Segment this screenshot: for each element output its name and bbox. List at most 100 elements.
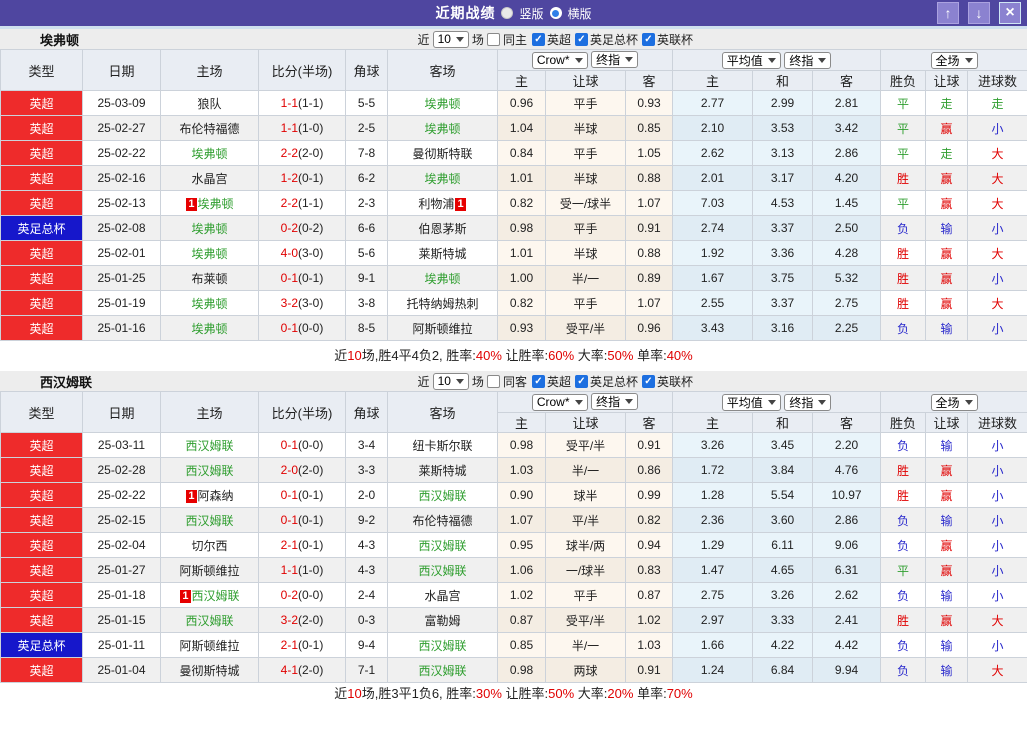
period-select[interactable]: 全场 [930, 393, 978, 411]
team-name-text: 西汉姆联 [418, 488, 467, 503]
handicap-time-select[interactable]: 终指 [591, 393, 639, 411]
full-score: 2-0 [280, 463, 298, 477]
half-score: (0-0) [298, 588, 324, 602]
corner-cell: 4-3 [345, 532, 388, 558]
league-badge: 英超 [0, 240, 83, 266]
result-handicap: 赢 [925, 482, 969, 508]
page-title: 近期战绩 [435, 5, 496, 21]
team-name-text: 西汉姆联 [185, 513, 234, 528]
avg-home-odds: 1.29 [672, 532, 754, 558]
avg-away-odds: 2.20 [812, 432, 882, 458]
avg-draw-odds: 3.45 [752, 432, 814, 458]
corner-cell: 9-2 [345, 507, 388, 533]
handicap-away-odds: 0.91 [624, 432, 674, 458]
average-select[interactable]: 平均值 [721, 51, 781, 69]
league-checkbox[interactable]: ✓ [641, 374, 655, 388]
vertical-layout-radio[interactable] [501, 7, 514, 19]
result-handicap: 赢 [925, 165, 969, 191]
corner-cell: 2-3 [345, 190, 388, 216]
result-goals: 小 [967, 315, 1027, 341]
score-cell: 2-2(1-1) [258, 190, 346, 216]
handicap-home-odds: 0.82 [497, 290, 546, 316]
handicap-home-odds: 0.98 [497, 657, 546, 683]
table-row: 英超 25-03-09 狼队 1-1(1-1) 5-5 埃弗顿 0.96 平手 0.93 2.77… [0, 90, 1027, 116]
score-cell: 0-1(0-1) [258, 507, 346, 533]
sub-goals-header: 进球数 [967, 70, 1027, 91]
col-home-header: 主场 [160, 391, 259, 433]
score-cell: 1-2(0-1) [258, 165, 346, 191]
handicap-home-odds: 1.00 [497, 265, 546, 291]
full-score: 1-1 [280, 96, 298, 110]
league-checkbox[interactable]: ✓ [574, 32, 588, 46]
avg-home-odds: 2.36 [672, 507, 754, 533]
team-section: 西汉姆联 近 10 场 同客 ✓ 英超 ✓ 英足总杯 ✓ 英联杯 类型 日期 主场 比分( [0, 371, 1027, 707]
result-outcome: 胜 [880, 482, 927, 508]
handicap-line: 球半 [545, 482, 626, 508]
handicap-line: 半球 [545, 240, 626, 266]
handicap-line: 半/一 [545, 265, 626, 291]
sub-home-odds-header: 主 [497, 412, 546, 433]
team-name-text: 西汉姆联 [185, 463, 234, 478]
full-score: 0-1 [280, 438, 298, 452]
sub-avg-draw-header: 和 [752, 70, 814, 91]
result-outcome: 胜 [880, 240, 927, 266]
home-team-cell: 埃弗顿 [160, 140, 259, 166]
result-handicap: 输 [925, 657, 969, 683]
radio-dot [552, 9, 559, 17]
average-time-select[interactable]: 终指 [784, 51, 832, 69]
average-select[interactable]: 平均值 [721, 393, 781, 411]
match-date: 25-01-04 [82, 657, 161, 683]
match-count-select[interactable]: 10 [432, 372, 469, 390]
result-goals: 大 [967, 190, 1027, 216]
score-cell: 4-1(2-0) [258, 657, 346, 683]
period-select[interactable]: 全场 [930, 51, 978, 69]
handicap-home-odds: 0.85 [497, 632, 546, 658]
league-checkbox[interactable]: ✓ [641, 32, 655, 46]
move-down-button[interactable]: ↓ [968, 2, 990, 24]
half-score: (1-0) [298, 563, 324, 577]
league-checkbox[interactable]: ✓ [531, 32, 545, 46]
table-row: 英超 25-02-28 西汉姆联 2-0(2-0) 3-3 莱斯特城 1.03 半/一 0.86… [0, 457, 1027, 483]
avg-draw-odds: 3.26 [752, 582, 814, 608]
score-cell: 3-2(2-0) [258, 607, 346, 633]
avg-away-odds: 9.06 [812, 532, 882, 558]
bookmaker-select[interactable]: Crow* [531, 51, 588, 69]
handicap-line: 半/一 [545, 457, 626, 483]
home-team-cell: 布莱顿 [160, 265, 259, 291]
handicap-home-odds: 0.84 [497, 140, 546, 166]
average-time-select[interactable]: 终指 [784, 393, 832, 411]
horizontal-layout-radio[interactable] [549, 7, 562, 19]
match-date: 25-02-15 [82, 507, 161, 533]
handicap-away-odds: 0.88 [624, 165, 674, 191]
move-up-button[interactable]: ↑ [937, 2, 959, 24]
chevron-down-icon [455, 378, 464, 388]
bookmaker-select[interactable]: Crow* [531, 393, 588, 411]
team-name: 埃弗顿 [40, 32, 80, 48]
title-group: 近期战绩 竖版 横版 [435, 3, 591, 23]
full-score: 3-2 [280, 296, 298, 310]
league-checkbox[interactable]: ✓ [574, 374, 588, 388]
result-goals: 大 [967, 140, 1027, 166]
league-checkbox-label: 英联杯 [656, 32, 693, 47]
half-score: (1-1) [298, 96, 324, 110]
avg-draw-odds: 4.22 [752, 632, 814, 658]
half-score: (0-1) [298, 488, 324, 502]
same-side-checkbox[interactable] [486, 374, 500, 388]
league-checkbox[interactable]: ✓ [531, 374, 545, 388]
full-score: 1-2 [280, 171, 298, 185]
chevron-down-icon [574, 57, 583, 67]
away-team-cell: 埃弗顿 [387, 90, 498, 116]
close-button[interactable]: × [999, 2, 1021, 24]
result-outcome: 平 [880, 90, 927, 116]
handicap-away-odds: 0.91 [624, 657, 674, 683]
matches-suffix-label: 场 [471, 32, 484, 47]
team-name-text: 埃弗顿 [424, 271, 461, 286]
same-side-checkbox[interactable] [486, 32, 500, 46]
result-outcome: 平 [880, 557, 927, 583]
full-score: 4-1 [280, 663, 298, 677]
sub-winloss-header: 胜负 [880, 70, 927, 91]
match-count-select[interactable]: 10 [432, 30, 469, 48]
handicap-time-select[interactable]: 终指 [591, 51, 639, 69]
chevron-down-icon [767, 57, 776, 67]
handicap-line: 平手 [545, 140, 626, 166]
